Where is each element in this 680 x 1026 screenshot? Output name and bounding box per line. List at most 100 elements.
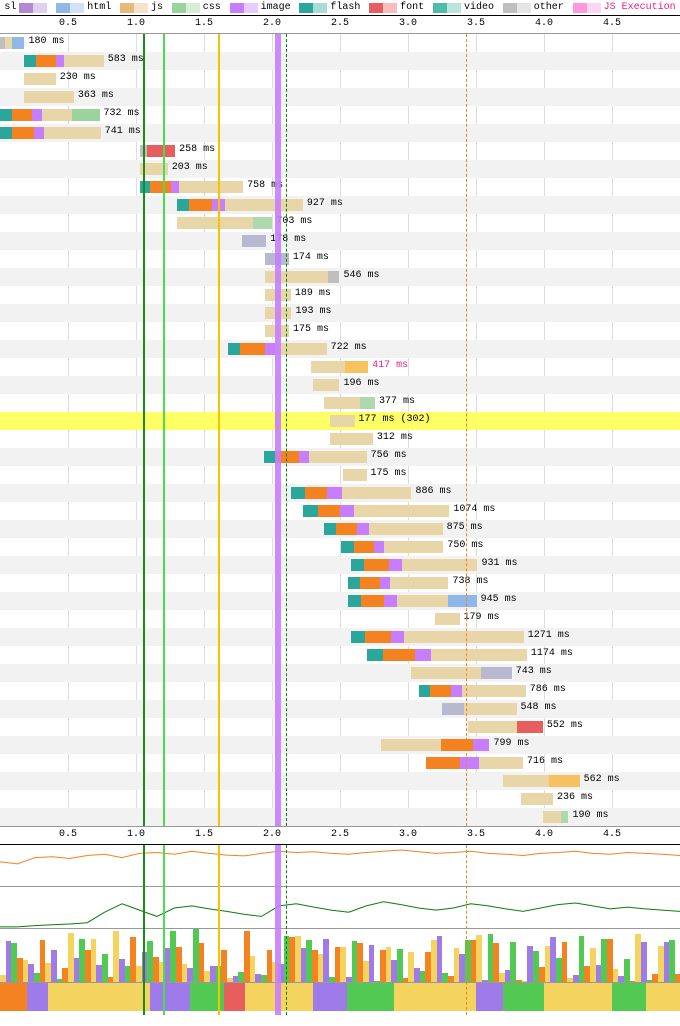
request-row[interactable]: 732 ms — [0, 106, 680, 124]
request-row[interactable]: 180 ms — [0, 34, 680, 52]
duration-label: 552 ms — [547, 720, 583, 731]
request-row[interactable]: 377 ms — [0, 394, 680, 412]
request-row[interactable]: 174 ms — [0, 250, 680, 268]
request-row[interactable]: 786 ms — [0, 682, 680, 700]
request-row[interactable]: 552 ms — [0, 718, 680, 736]
request-row[interactable]: 799 ms — [0, 736, 680, 754]
duration-label: 177 ms (302) — [359, 414, 431, 425]
main-thread — [0, 929, 680, 983]
marker-domInteractive — [163, 34, 165, 826]
request-row[interactable]: 945 ms — [0, 592, 680, 610]
marker-loadEvent — [275, 34, 281, 826]
axis-top: 0.51.01.52.02.53.03.54.04.5 — [0, 16, 680, 34]
request-row[interactable]: 196 ms — [0, 376, 680, 394]
marker-domContentLoaded — [218, 845, 220, 1015]
request-row[interactable]: 203 ms — [0, 160, 680, 178]
request-row[interactable]: 1074 ms — [0, 502, 680, 520]
request-row[interactable]: 236 ms — [0, 790, 680, 808]
request-row[interactable]: 562 ms — [0, 772, 680, 790]
legend-css: css — [172, 2, 221, 13]
request-row[interactable]: 417 ms — [0, 358, 680, 376]
duration-label: 1271 ms — [528, 630, 570, 641]
duration-label: 190 ms — [572, 810, 608, 821]
request-row[interactable]: 886 ms — [0, 484, 680, 502]
duration-label: 741 ms — [105, 126, 141, 137]
legend-image: image — [230, 2, 291, 13]
request-row[interactable]: 738 ms — [0, 574, 680, 592]
legend-flash: flash — [299, 2, 360, 13]
legend-html: html — [56, 2, 111, 13]
marker-loadEvent — [275, 845, 281, 1015]
marker-startRender — [143, 845, 145, 1015]
request-row[interactable]: 750 ms — [0, 538, 680, 556]
duration-label: 196 ms — [343, 378, 379, 389]
request-row[interactable]: 179 ms — [0, 610, 680, 628]
duration-label: 548 ms — [521, 702, 557, 713]
duration-label: 886 ms — [416, 486, 452, 497]
marker-firstPaint — [286, 845, 287, 1015]
cpu-utilization — [0, 845, 680, 887]
duration-label: 175 ms — [371, 468, 407, 479]
request-row[interactable]: 312 ms — [0, 430, 680, 448]
request-rows: 180 ms 583 ms 230 ms 363 ms 732 ms 741 ms 258 … — [0, 34, 680, 826]
bandwidth — [0, 887, 680, 929]
request-row[interactable]: 703 ms — [0, 214, 680, 232]
duration-label: 931 ms — [481, 558, 517, 569]
duration-label: 722 ms — [331, 342, 367, 353]
legend-video: video — [433, 2, 494, 13]
request-row[interactable]: 743 ms — [0, 664, 680, 682]
marker-firstPaint — [286, 34, 287, 826]
duration-label: 230 ms — [60, 72, 96, 83]
duration-label: 1074 ms — [453, 504, 495, 515]
request-row[interactable]: 546 ms — [0, 268, 680, 286]
duration-label: 875 ms — [447, 522, 483, 533]
request-row[interactable]: 875 ms — [0, 520, 680, 538]
request-row[interactable]: 931 ms — [0, 556, 680, 574]
marker-startRender — [143, 34, 145, 826]
duration-label: 786 ms — [530, 684, 566, 695]
request-row[interactable]: 177 ms (302) — [0, 412, 680, 430]
duration-label: 175 ms — [293, 324, 329, 335]
duration-label: 583 ms — [108, 54, 144, 65]
request-row[interactable]: 583 ms — [0, 52, 680, 70]
request-row[interactable]: 190 ms — [0, 808, 680, 826]
duration-label: 179 ms — [464, 612, 500, 623]
cpu-panel — [0, 844, 680, 1014]
duration-label: 756 ms — [371, 450, 407, 461]
request-row[interactable]: 722 ms — [0, 340, 680, 358]
request-row[interactable]: 175 ms — [0, 322, 680, 340]
duration-label: 312 ms — [377, 432, 413, 443]
request-row[interactable]: 230 ms — [0, 70, 680, 88]
axis-bottom: 0.51.01.52.02.53.03.54.04.5 — [0, 826, 680, 844]
request-row[interactable]: 175 ms — [0, 466, 680, 484]
waterfall-chart: 180 ms 583 ms 230 ms 363 ms 732 ms 741 ms 258 … — [0, 34, 680, 826]
marker-domInteractive — [163, 845, 165, 1015]
request-row[interactable]: 1271 ms — [0, 628, 680, 646]
request-row[interactable]: 178 ms — [0, 232, 680, 250]
duration-label: 750 ms — [447, 540, 483, 551]
request-row[interactable]: 258 ms — [0, 142, 680, 160]
request-row[interactable]: 758 ms — [0, 178, 680, 196]
marker-domContentLoaded — [218, 34, 220, 826]
request-row[interactable]: 756 ms — [0, 448, 680, 466]
request-row[interactable]: 927 ms — [0, 196, 680, 214]
duration-label: 703 ms — [276, 216, 312, 227]
duration-label: 732 ms — [104, 108, 140, 119]
request-row[interactable]: 1174 ms — [0, 646, 680, 664]
request-row[interactable]: 189 ms — [0, 286, 680, 304]
duration-label: 203 ms — [172, 162, 208, 173]
request-row[interactable]: 741 ms — [0, 124, 680, 142]
duration-label: 927 ms — [307, 198, 343, 209]
duration-label: 417 ms — [372, 360, 408, 371]
duration-label: 189 ms — [295, 288, 331, 299]
duration-label: 945 ms — [481, 594, 517, 605]
request-row[interactable]: 548 ms — [0, 700, 680, 718]
request-row[interactable]: 716 ms — [0, 754, 680, 772]
request-row[interactable]: 363 ms — [0, 88, 680, 106]
duration-label: 174 ms — [293, 252, 329, 263]
duration-label: 193 ms — [295, 306, 331, 317]
duration-label: 546 ms — [343, 270, 379, 281]
request-row[interactable]: 193 ms — [0, 304, 680, 322]
duration-label: 377 ms — [379, 396, 415, 407]
legend-js: js — [120, 2, 163, 13]
